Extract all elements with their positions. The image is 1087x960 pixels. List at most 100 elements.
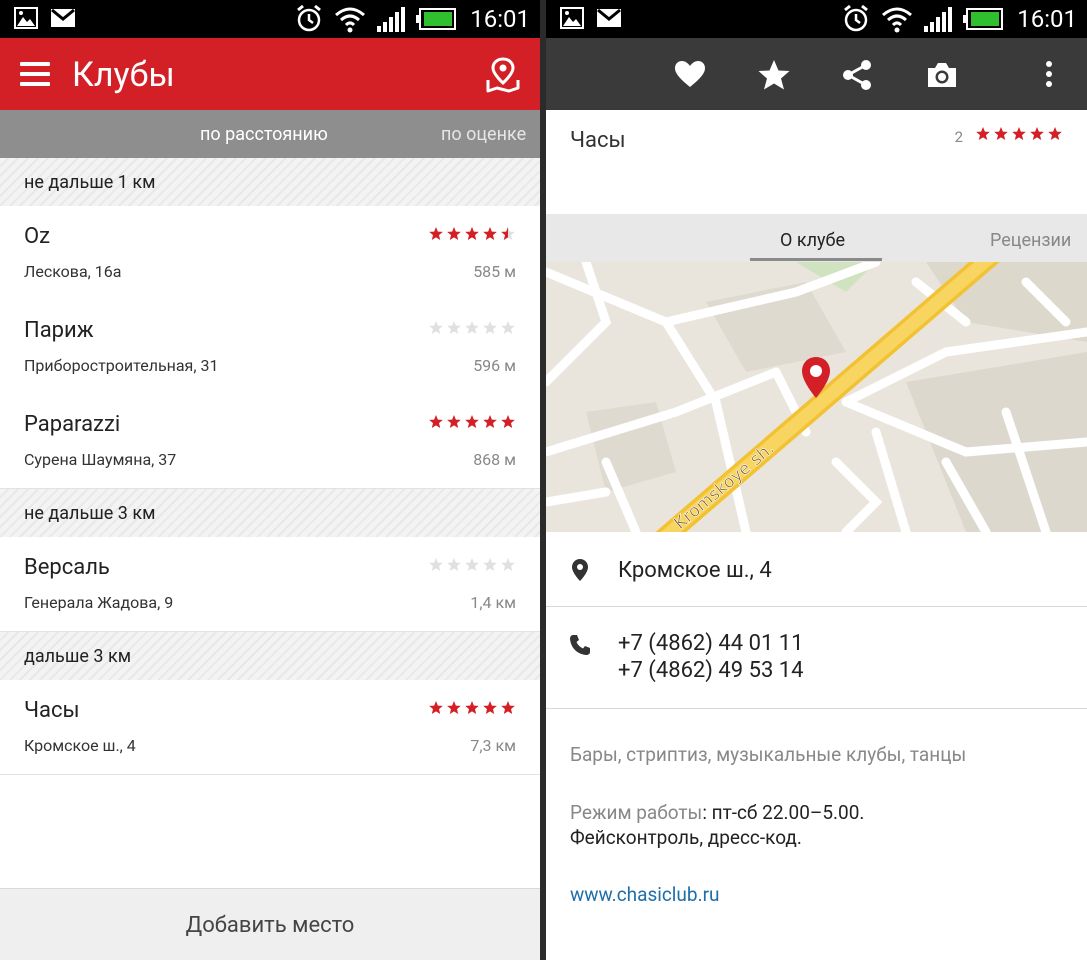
star-icon (483, 701, 497, 714)
star-icon (501, 558, 515, 571)
star-icon (465, 415, 479, 428)
rating-stars (428, 226, 516, 242)
website-link[interactable]: www.chasiclub.ru (570, 883, 720, 906)
star-icon (465, 558, 479, 571)
hours-label: Режим работы (570, 801, 703, 824)
sort-tabs: по расстоянию по оценке (0, 110, 540, 158)
star-icon (994, 127, 1008, 140)
list-item[interactable]: Версаль Генерала Жадова, 9 1,4 км (0, 537, 540, 632)
working-hours: Режим работы: пт-сб 22.00–5.00. Фейсконтр… (570, 800, 864, 850)
club-name: Paparazzi (24, 412, 121, 437)
star-icon (465, 701, 479, 714)
club-distance: 7,3 км (470, 736, 516, 755)
club-address: Генерала Жадова, 9 (24, 593, 174, 612)
section-label: не дальше 3 км (24, 503, 156, 524)
share-icon[interactable] (840, 58, 874, 92)
star-icon (1012, 127, 1026, 140)
star-icon (429, 701, 443, 714)
app-bar: Клубы (0, 38, 540, 110)
phone-number[interactable]: +7 (4862) 44 01 11 (618, 630, 804, 657)
star-icon (447, 558, 461, 571)
location-map[interactable]: Kromskoye sh. (546, 262, 1087, 532)
battery-icon (963, 8, 1004, 30)
camera-icon[interactable] (925, 58, 959, 92)
tab-by-distance[interactable]: по расстоянию (200, 124, 328, 145)
status-time: 16:01 (470, 5, 530, 33)
star-icon (447, 415, 461, 428)
star-icon (465, 227, 479, 240)
gmail-notification-icon (597, 8, 621, 27)
star-icon (429, 227, 443, 240)
status-bar: 16:01 (546, 0, 1087, 38)
rating-stars (428, 414, 516, 430)
add-place-button[interactable]: Добавить место (0, 888, 540, 960)
club-address: Кромское ш., 4 (618, 558, 772, 583)
detail-toolbar (546, 38, 1087, 110)
star-icon (447, 701, 461, 714)
page-title: Клубы (72, 55, 175, 95)
wifi-icon (335, 7, 366, 33)
section-header: не дальше 1 км (0, 158, 540, 206)
club-name: Версаль (24, 555, 110, 580)
list-item[interactable]: Oz Лескова, 16а 585 м (0, 206, 540, 301)
divider (546, 708, 1087, 709)
star-icon (1048, 127, 1062, 140)
club-distance: 585 м (473, 262, 516, 281)
club-address: Кромское ш., 4 (24, 736, 136, 755)
star-icon (429, 415, 443, 428)
star-icon (483, 321, 497, 334)
overflow-menu-icon[interactable] (1032, 58, 1066, 92)
tab-reviews[interactable]: Рецензии (990, 230, 1071, 251)
menu-icon[interactable] (20, 62, 50, 86)
club-distance: 596 м (473, 356, 516, 375)
status-bar: 16:01 (0, 0, 540, 38)
club-header: Часы 2 (546, 110, 1087, 214)
club-detail-screen: 16:01 Часы 2 О клубе Рецензии Kromskoye … (546, 0, 1087, 960)
star-icon (483, 415, 497, 428)
star-icon (447, 321, 461, 334)
list-item[interactable]: Париж Приборостроительная, 31 596 м (0, 300, 540, 395)
address-row[interactable]: Кромское ш., 4 (546, 532, 1087, 606)
star-icon (429, 321, 443, 334)
active-tab-indicator (750, 258, 882, 261)
detail-tabs: О клубе Рецензии (546, 214, 1087, 263)
club-address: Приборостроительная, 31 (24, 356, 219, 375)
star-icon (501, 415, 515, 428)
alarm-icon (297, 4, 322, 32)
club-categories: Бары, стриптиз, музыкальные клубы, танцы (570, 743, 967, 766)
status-time: 16:01 (1017, 5, 1077, 33)
list-item[interactable]: Paparazzi Сурена Шаумяна, 37 868 м (0, 394, 540, 489)
list-item[interactable]: Часы Кромское ш., 4 7,3 км (0, 680, 540, 775)
face-control-note: Фейсконтроль, дресс-код. (570, 826, 802, 849)
section-label: дальше 3 км (24, 646, 132, 667)
star-icon[interactable] (757, 58, 791, 92)
phone-number[interactable]: +7 (4862) 49 53 14 (618, 657, 804, 684)
star-icon (483, 558, 497, 571)
club-title: Часы (570, 128, 626, 153)
star-icon (429, 558, 443, 571)
section-header: дальше 3 км (0, 632, 540, 680)
tab-by-rating[interactable]: по оценке (441, 124, 526, 145)
battery-icon (416, 8, 457, 30)
tab-about[interactable]: О клубе (780, 230, 845, 251)
signal-icon (924, 7, 953, 32)
phone-icon (570, 635, 590, 655)
club-name: Часы (24, 698, 80, 723)
rating-stars (975, 126, 1063, 142)
wifi-icon (882, 7, 913, 33)
clubs-list-screen: 16:01 Клубы по расстоянию по оценке не д… (0, 0, 540, 960)
rating-stars (428, 320, 516, 336)
gmail-notification-icon (51, 8, 75, 27)
club-address: Сурена Шаумяна, 37 (24, 450, 177, 469)
heart-icon[interactable] (673, 58, 707, 92)
star-icon (483, 227, 497, 240)
map-pin-icon[interactable] (484, 56, 522, 94)
section-label: не дальше 1 км (24, 172, 156, 193)
gallery-notification-icon (14, 7, 38, 29)
star-icon (501, 227, 515, 240)
alarm-icon (844, 4, 869, 32)
phone-row[interactable]: +7 (4862) 44 01 11 +7 (4862) 49 53 14 (546, 607, 1087, 708)
star-icon (501, 321, 515, 334)
star-icon (1030, 127, 1044, 140)
gallery-notification-icon (560, 7, 584, 29)
